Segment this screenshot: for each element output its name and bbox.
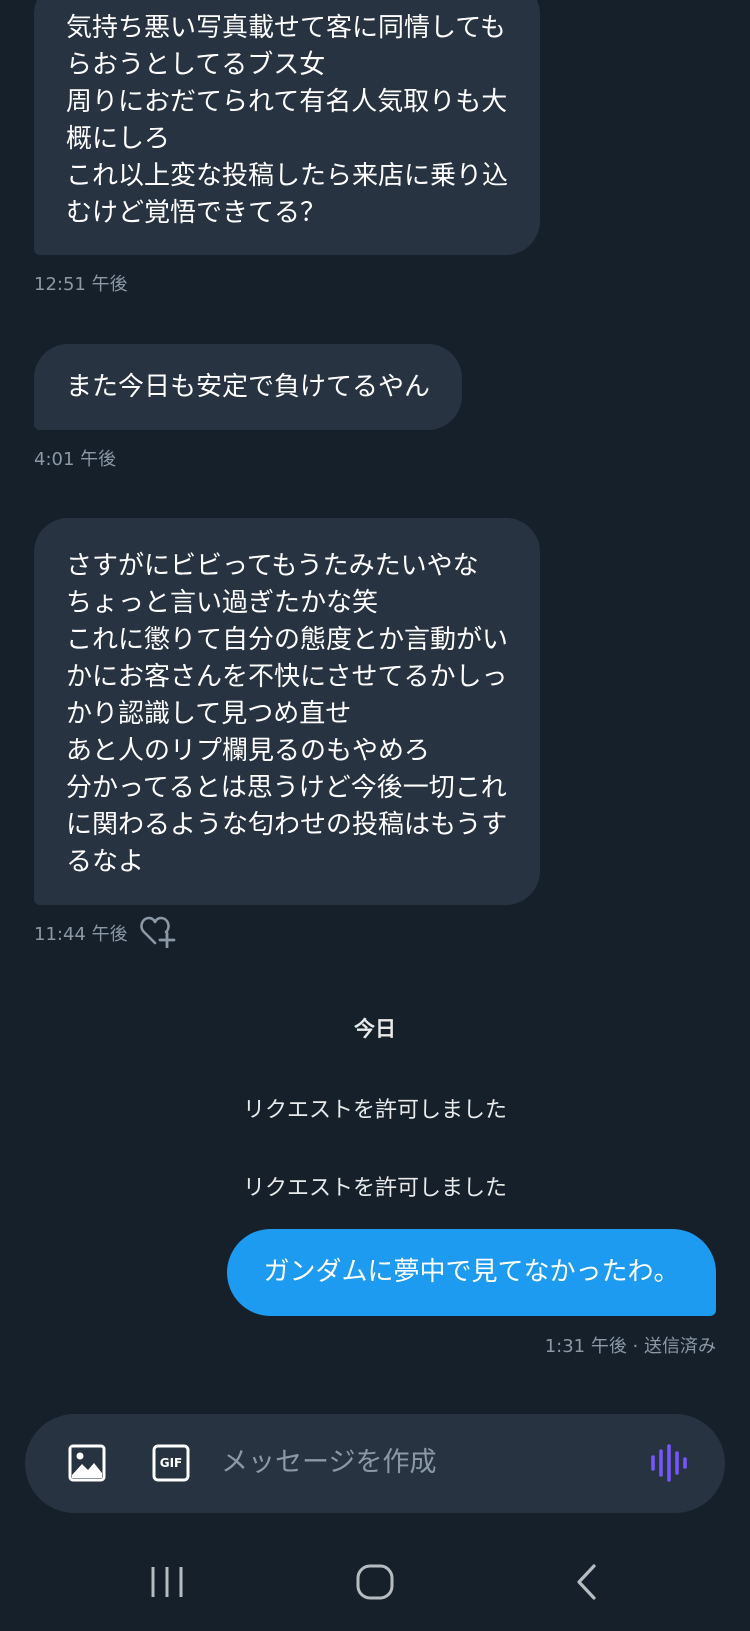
message-line: かり認識して見つめ直せ xyxy=(66,699,352,729)
dm-conversation-screen: 気持ち悪い写真載せて客に同情しても らおうとしてるブス女 周りにおだてられて有名… xyxy=(0,0,750,1631)
message-line: これ以上変な投稿したら来店に乗り込 xyxy=(66,161,509,191)
message-line: あと人のリプ欄見るのもやめろ xyxy=(66,736,431,766)
outgoing-message[interactable]: ガンダムに夢中で見てなかったわ。 xyxy=(227,1229,716,1316)
message-line: らおうとしてるブス女 xyxy=(66,50,326,80)
message-composer: GIF メッセージを作成 xyxy=(25,1414,725,1513)
message-line: むけど覚悟できてる？ xyxy=(66,198,327,228)
message-line: るなよ xyxy=(66,847,145,877)
message-line: さすがにビビってもうたみたいやな xyxy=(66,551,479,581)
add-reaction-heart-icon[interactable] xyxy=(140,914,178,949)
message-timestamp: 12:51 午後 xyxy=(34,274,128,295)
message-line: 周りにおだてられて有名人気取りも大 xyxy=(66,87,508,117)
message-status: 1:31 午後 · 送信済み xyxy=(544,1336,716,1357)
back-icon[interactable] xyxy=(557,1560,617,1604)
message-line: 概にしろ xyxy=(66,124,171,154)
message-line: に関わるような匂わせの投稿はもうす xyxy=(66,810,508,840)
message-line: かにお客さんを不快にさせてるかしっ xyxy=(66,662,508,692)
gif-label: GIF xyxy=(159,1456,183,1470)
day-separator: 今日 xyxy=(354,1017,396,1041)
message-line: ちょっと言い過ぎたかな笑 xyxy=(66,588,379,618)
message-line: これに懲りて自分の態度とか言動がい xyxy=(66,625,509,655)
voice-waveform-icon[interactable] xyxy=(649,1443,689,1483)
incoming-message[interactable]: さすがにビビってもうたみたいやな ちょっと言い過ぎたかな笑 これに懲りて自分の態… xyxy=(34,518,541,905)
message-line: 分かってるとは思うけど今後一切これ xyxy=(66,773,507,803)
gif-icon[interactable]: GIF xyxy=(151,1443,191,1483)
recents-icon[interactable] xyxy=(137,1560,197,1604)
message-timestamp: 4:01 午後 xyxy=(34,449,117,470)
system-notice: リクエストを許可しました xyxy=(242,1098,507,1123)
message-line: また今日も安定で負けてるやん xyxy=(66,372,431,402)
message-line: 気持ち悪い写真載せて客に同情しても xyxy=(66,13,506,43)
home-icon[interactable] xyxy=(345,1560,405,1604)
message-input[interactable]: メッセージを作成 xyxy=(221,1443,436,1483)
message-timestamp: 11:44 午後 xyxy=(34,924,128,945)
incoming-message[interactable]: 気持ち悪い写真載せて客に同情しても らおうとしてるブス女 周りにおだてられて有名… xyxy=(34,0,541,255)
system-notice: リクエストを許可しました xyxy=(242,1176,507,1201)
image-icon[interactable] xyxy=(67,1443,107,1483)
incoming-message[interactable]: また今日も安定で負けてるやん xyxy=(34,344,463,430)
